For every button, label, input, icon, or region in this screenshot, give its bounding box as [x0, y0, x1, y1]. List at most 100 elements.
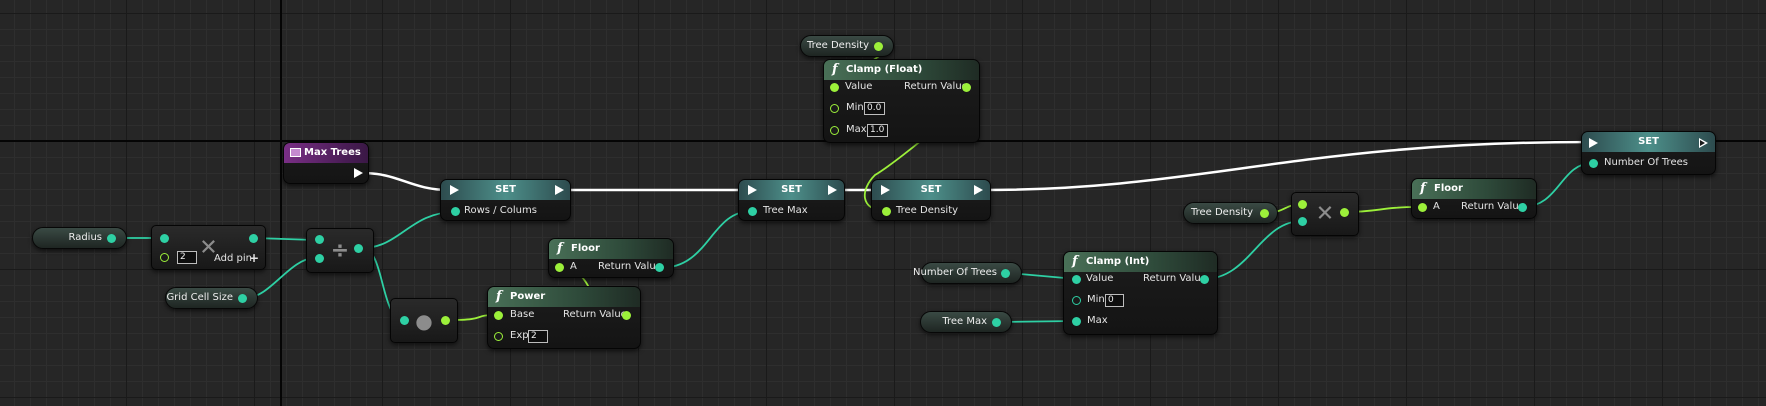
set-number-of-trees-exec-out-pin[interactable] — [1699, 138, 1708, 148]
clamp-int-max-label: Max — [1087, 315, 1108, 326]
clamp-float-min-label: Min — [846, 102, 864, 113]
number-of-trees-getter-label: Number Of Trees — [913, 267, 997, 278]
divide-input-b-pin[interactable] — [315, 254, 324, 263]
clamp-float-title: Clamp (Float) — [846, 64, 923, 75]
floor-1-output-label: Return Value — [598, 261, 662, 272]
multiply-2-output-pin[interactable] — [1340, 208, 1349, 217]
clamp-float-max-pin[interactable] — [830, 126, 839, 135]
floor-2-input-a-label: A — [1433, 201, 1440, 212]
clamp-int-max-pin[interactable] — [1072, 317, 1081, 326]
number-of-trees-getter-output-pin[interactable] — [1001, 269, 1010, 278]
divide-input-a-pin[interactable] — [315, 235, 324, 244]
power-header: f Power — [488, 287, 640, 307]
floor-2-title: Floor — [1434, 183, 1463, 194]
tree-density-top-label: Tree Density — [806, 40, 869, 51]
variable-icon — [290, 148, 301, 157]
floor-2-header: f Floor — [1412, 179, 1536, 199]
set-tree-density-exec-out-pin[interactable] — [974, 185, 983, 195]
set-rows-colums-title: SET — [495, 184, 516, 195]
multiply-b-default-field[interactable]: 2 — [177, 251, 197, 264]
floor-1-input-a-label: A — [570, 261, 577, 272]
set-rows-colums-exec-in-pin[interactable] — [450, 185, 459, 195]
conversion-dot-icon: ● — [415, 308, 433, 333]
clamp-float-value-pin[interactable] — [830, 83, 839, 92]
clamp-int-value-label: Value — [1086, 273, 1114, 284]
set-number-of-trees-input-pin[interactable] — [1589, 159, 1598, 168]
set-rows-colums-exec-out-pin[interactable] — [555, 185, 564, 195]
tree-max-getter-output-pin[interactable] — [992, 318, 1001, 327]
clamp-float-max-label: Max — [846, 124, 867, 135]
clamp-float-min-pin[interactable] — [830, 104, 839, 113]
blueprint-graph-canvas[interactable]: Max Trees Radius Grid Cell Size ✕ 2 Add … — [0, 0, 1766, 406]
set-tree-max-exec-in-pin[interactable] — [748, 185, 757, 195]
clamp-int-output-pin[interactable] — [1200, 275, 1209, 284]
add-pin-plus-icon[interactable]: + — [249, 251, 259, 265]
function-icon: f — [496, 289, 502, 304]
set-rows-colums-input-label: Rows / Colums — [464, 205, 537, 216]
multiply-node-2[interactable]: ✕ — [1291, 192, 1359, 236]
grid-cell-size-output-pin[interactable] — [238, 294, 247, 303]
set-tree-max-exec-out-pin[interactable] — [828, 185, 837, 195]
multiply-icon: ✕ — [1315, 201, 1335, 227]
set-tree-max-input-pin[interactable] — [748, 207, 757, 216]
floor-1-input-a-pin[interactable] — [555, 263, 564, 272]
set-number-of-trees-exec-in-pin[interactable] — [1589, 138, 1598, 148]
set-number-of-trees-node[interactable]: SET — [1581, 131, 1716, 175]
clamp-int-min-label: Min — [1087, 294, 1105, 305]
set-number-of-trees-title: SET — [1638, 136, 1659, 147]
set-rows-colums-input-pin[interactable] — [451, 207, 460, 216]
multiply-output-pin[interactable] — [249, 234, 258, 243]
max-trees-title: Max Trees — [304, 147, 361, 158]
floor-2-output-label: Return Value — [1461, 201, 1525, 212]
clamp-float-max-field[interactable]: 1.0 — [867, 124, 888, 137]
add-pin-label[interactable]: Add pin — [214, 253, 252, 264]
clamp-int-min-field[interactable]: 0 — [1105, 294, 1124, 307]
radius-output-pin[interactable] — [107, 234, 116, 243]
clamp-int-min-pin[interactable] — [1072, 296, 1081, 305]
power-output-label: Return Value — [563, 309, 627, 320]
set-tree-density-title: SET — [920, 184, 942, 195]
power-base-label: Base — [510, 309, 535, 320]
multiply-2-input-a-pin[interactable] — [1298, 200, 1307, 209]
floor-node-1[interactable]: f Floor — [548, 238, 674, 278]
tree-density-mid-output-pin[interactable] — [1260, 209, 1269, 218]
multiply-input-b-pin[interactable] — [160, 253, 169, 262]
clamp-int-title: Clamp (Int) — [1086, 256, 1150, 267]
max-trees-exec-out-pin[interactable] — [354, 168, 363, 178]
clamp-float-output-pin[interactable] — [962, 83, 971, 92]
floor-node-2[interactable]: f Floor — [1411, 178, 1537, 219]
set-tree-max-title: SET — [781, 184, 802, 195]
conversion-output-pin[interactable] — [441, 316, 450, 325]
set-tree-max-input-label: Tree Max — [763, 205, 808, 216]
power-exp-label: Exp — [510, 330, 529, 341]
power-output-pin[interactable] — [622, 311, 631, 320]
clamp-int-value-pin[interactable] — [1072, 275, 1081, 284]
clamp-float-value-label: Value — [845, 81, 873, 92]
power-exp-default-field[interactable]: 2 — [528, 330, 548, 343]
multiply-2-input-b-pin[interactable] — [1298, 217, 1307, 226]
set-rows-colums-header: SET — [441, 180, 570, 200]
radius-label: Radius — [68, 232, 102, 243]
power-exp-pin[interactable] — [494, 332, 503, 341]
exec-wire — [360, 171, 452, 192]
floor-1-header: f Floor — [549, 239, 673, 259]
conversion-input-pin[interactable] — [400, 316, 409, 325]
set-tree-density-input-pin[interactable] — [882, 207, 891, 216]
floor-1-title: Floor — [571, 243, 600, 254]
grid-cell-size-label: Grid Cell Size — [166, 292, 233, 303]
function-icon: f — [1072, 254, 1078, 269]
power-base-pin[interactable] — [494, 311, 503, 320]
clamp-float-output-label: Return Value — [904, 81, 968, 92]
divide-output-pin[interactable] — [354, 244, 363, 253]
floor-2-input-a-pin[interactable] — [1418, 203, 1427, 212]
clamp-float-header: f Clamp (Float) — [824, 60, 979, 80]
floor-1-output-pin[interactable] — [655, 263, 664, 272]
clamp-float-min-field[interactable]: 0.0 — [864, 102, 885, 115]
multiply-input-a-pin[interactable] — [160, 234, 169, 243]
floor-2-output-pin[interactable] — [1518, 203, 1527, 212]
tree-density-top-output-pin[interactable] — [874, 42, 883, 51]
set-tree-density-exec-in-pin[interactable] — [881, 185, 890, 195]
function-icon: f — [1420, 181, 1426, 196]
clamp-int-header: f Clamp (Int) — [1064, 252, 1217, 272]
divide-icon: ÷ — [330, 238, 350, 263]
